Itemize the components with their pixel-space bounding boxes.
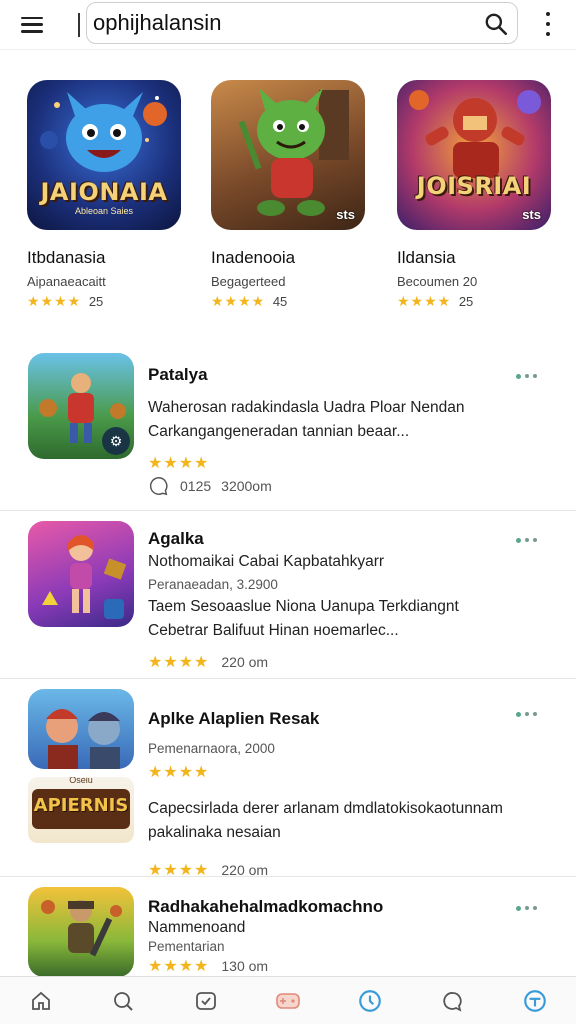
- logo-title: APIERNIS: [33, 795, 129, 816]
- featured-subtitle: Begagerteed: [211, 274, 286, 289]
- featured-title: Ildansia: [397, 248, 456, 267]
- overflow-menu-icon[interactable]: [538, 12, 558, 36]
- item-meta: Pementarian: [148, 939, 225, 954]
- featured-thumbnail[interactable]: sts: [211, 80, 365, 230]
- item-description: pakalinaka nesaian: [148, 824, 281, 841]
- nav-messages[interactable]: [433, 981, 473, 1021]
- item-description: Taem Sesoaaslue Niona Uanupa Terkdiangnt: [148, 598, 459, 615]
- item-size: 130 om: [221, 958, 269, 974]
- rating-count: 25: [458, 294, 474, 309]
- featured-rating: ★★★★ 25: [27, 293, 183, 310]
- item-more-icon[interactable]: [516, 371, 548, 381]
- item-title: Aplke Alaplien Resak: [148, 709, 320, 728]
- featured-carousel: JAIONAIA Ableoan Saies Itbdanasia Aipana…: [0, 80, 576, 310]
- item-more-icon[interactable]: [516, 903, 548, 913]
- hamburger-icon: [21, 16, 43, 33]
- logo-top-text: Oseiu: [69, 777, 93, 785]
- featured-card[interactable]: JAIONAIA Ableoan Saies Itbdanasia Aipana…: [27, 80, 183, 310]
- search-input[interactable]: [93, 10, 473, 36]
- nav-home[interactable]: [21, 981, 61, 1021]
- star-rating-icon: ★★★★: [148, 654, 210, 671]
- star-rating-icon: ★★★★: [148, 455, 210, 472]
- list-item[interactable]: Radhakahehalmadkomachno Nammenoand Pemen…: [0, 877, 576, 977]
- nav-activity[interactable]: [350, 981, 390, 1021]
- featured-corner-badge: sts: [522, 207, 541, 222]
- check-box-icon: [195, 991, 216, 1010]
- item-rating: ★★★★: [148, 762, 546, 782]
- game-thumbnail[interactable]: [28, 887, 134, 977]
- star-rating-icon: ★★★★: [211, 293, 266, 309]
- game-thumbnail[interactable]: ⚙: [28, 353, 134, 459]
- item-size: 3200om: [221, 478, 272, 494]
- featured-thumbnail[interactable]: JAIONAIA Ableoan Saies: [27, 80, 181, 230]
- item-stats: 0125 3200om: [148, 475, 272, 497]
- item-size: 220 om: [221, 654, 269, 670]
- featured-thumbnail[interactable]: JOISRIAI sts: [397, 80, 551, 230]
- chat-icon: [442, 991, 462, 1012]
- featured-card[interactable]: JOISRIAI sts Ildansia Becoumen 20 ★★★★ 2…: [397, 80, 553, 310]
- featured-rating: ★★★★ 25: [397, 293, 553, 310]
- featured-subtitle: Becoumen 20: [397, 274, 478, 289]
- rating-count: 25: [88, 294, 104, 309]
- item-rating: ★★★★ 130 om: [148, 956, 546, 976]
- search-icon: [114, 991, 134, 1011]
- search-icon[interactable]: [483, 11, 509, 37]
- featured-art-title: JAIONAIA: [40, 178, 168, 206]
- game-thumbnail[interactable]: [28, 521, 134, 627]
- item-subtitle: Nothomaikai Cabai Kapbatahkyarr: [148, 553, 385, 570]
- featured-subtitle: Aipanaeacaitt: [27, 274, 106, 289]
- star-rating-icon: ★★★★: [27, 293, 82, 309]
- item-more-icon[interactable]: [516, 535, 548, 545]
- heroine-art: [42, 535, 127, 619]
- item-size: 220 om: [221, 862, 269, 878]
- comment-icon[interactable]: [148, 475, 170, 497]
- list-item[interactable]: ⚙ Patalya Waherosan radakindasla Uadra P…: [0, 345, 576, 511]
- featured-title: Inadenooia: [211, 248, 296, 267]
- featured-art-title: JOISRIAI: [416, 172, 532, 200]
- item-rating: ★★★★: [148, 453, 546, 473]
- home-icon: [32, 991, 51, 1010]
- nav-profile[interactable]: [515, 981, 555, 1021]
- item-meta: Peranaeadan, 3.2900: [148, 577, 278, 592]
- item-description: Waherosan radakindasla Uadra Ploar Nenda…: [148, 399, 465, 416]
- item-title: Radhakahehalmadkomachno: [148, 897, 384, 916]
- nav-search[interactable]: [103, 981, 143, 1021]
- featured-card[interactable]: sts Inadenooia Begagerteed ★★★★ 45: [211, 80, 367, 310]
- nav-updates[interactable]: [186, 981, 226, 1021]
- gamepad-icon: [276, 992, 300, 1009]
- item-subtitle: Nammenoand: [148, 919, 246, 936]
- item-title: Agalka: [148, 529, 204, 548]
- item-description: Capecsirlada derer arlanam dmdlatokisoka…: [148, 800, 503, 817]
- star-rating-icon: ★★★★: [148, 764, 210, 781]
- list-item[interactable]: Agalka Nothomaikai Cabai Kapbatahkyarr P…: [0, 511, 576, 679]
- star-rating-icon: ★★★★: [397, 293, 452, 309]
- search-bar[interactable]: [86, 2, 518, 44]
- item-description: Cebetrar Balifuut Hinan ноemarlec...: [148, 622, 399, 639]
- bottom-navigation: [0, 976, 576, 1024]
- soldier-art: [41, 900, 122, 957]
- top-app-bar: [0, 0, 576, 50]
- item-meta: Pemenarnaora, 2000: [148, 741, 275, 756]
- clock-icon: [359, 989, 382, 1012]
- item-rating: ★★★★ 220 om: [148, 652, 546, 672]
- featured-corner-badge: sts: [336, 207, 355, 222]
- game-badge-icon: ⚙: [102, 427, 130, 455]
- featured-art-subtitle: Ableoan Saies: [74, 206, 134, 216]
- star-rating-icon: ★★★★: [148, 958, 210, 975]
- nav-games[interactable]: [268, 981, 308, 1021]
- rating-count: 45: [272, 294, 288, 309]
- featured-title: Itbdanasia: [27, 248, 106, 267]
- item-title: Patalya: [148, 365, 208, 384]
- featured-rating: ★★★★ 45: [211, 293, 367, 310]
- game-thumbnail[interactable]: [28, 689, 134, 769]
- text-cursor: [78, 12, 80, 37]
- profile-icon: [523, 989, 546, 1012]
- item-more-icon[interactable]: [516, 709, 548, 719]
- list-item[interactable]: Oseiu APIERNIS Aplke Alaplien Resak Peme…: [0, 679, 576, 879]
- comment-count: 0125: [180, 478, 212, 494]
- fighters-art: [46, 709, 120, 769]
- item-description: Carkangangeneradan tannian beaar...: [148, 423, 410, 440]
- game-logo: Oseiu APIERNIS: [28, 777, 134, 843]
- menu-button[interactable]: [0, 3, 64, 47]
